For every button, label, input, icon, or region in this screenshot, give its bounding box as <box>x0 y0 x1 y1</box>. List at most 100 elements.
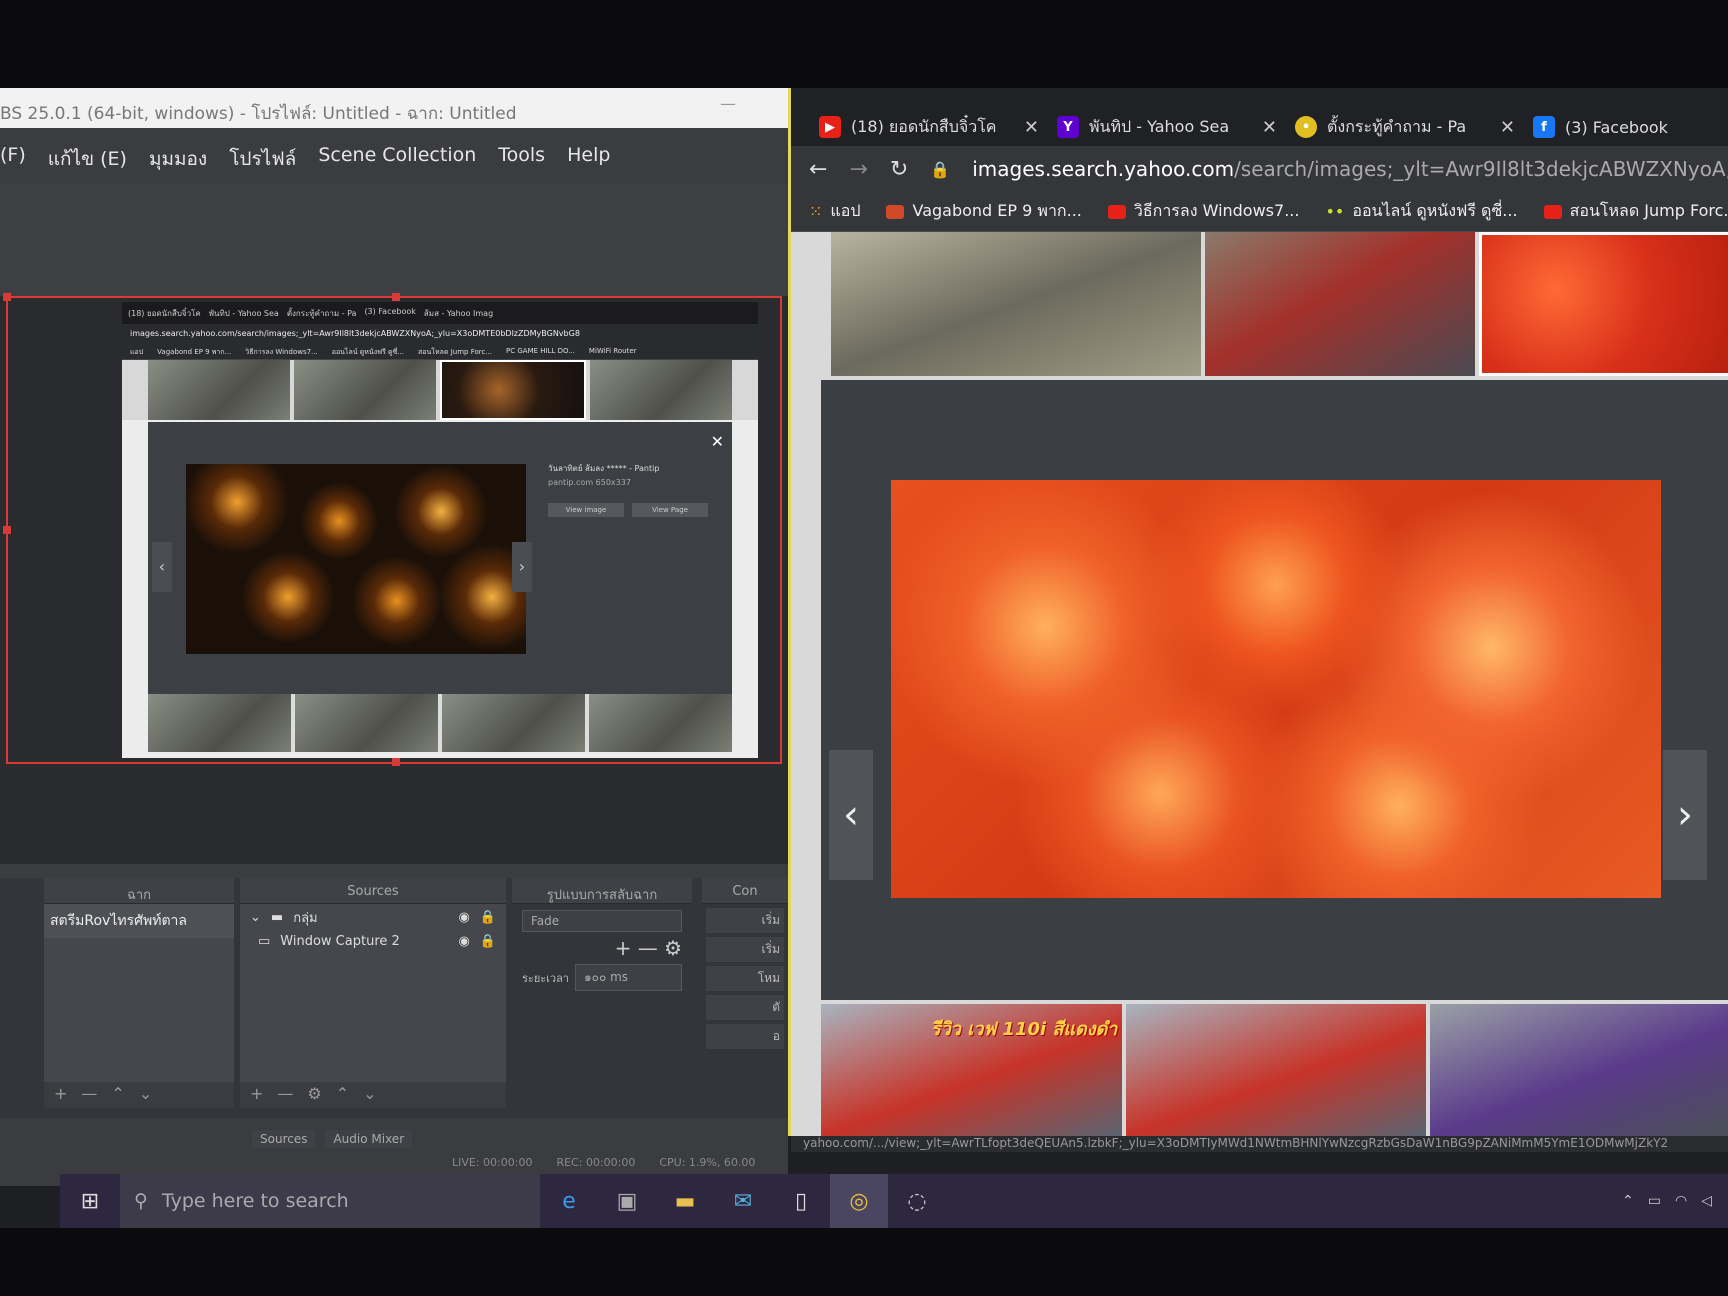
menu-profile[interactable]: โปรไฟล์ <box>229 144 296 184</box>
youtube-icon <box>1543 204 1562 219</box>
mini-thumbnail-row <box>122 360 758 420</box>
mini-image-viewer: ‹ › ✕ วันลาทิตย์ ส้มลง ***** - Pantip pa… <box>148 422 732 694</box>
mini-close-icon: ✕ <box>710 432 724 451</box>
move-down-icon[interactable]: ⌄ <box>363 1084 376 1106</box>
tab-sources[interactable]: Sources <box>252 1130 316 1148</box>
resize-handle[interactable] <box>3 526 11 534</box>
chevron-down-icon[interactable]: ⌄ <box>250 910 261 925</box>
back-arrow-icon[interactable]: ← <box>809 157 827 182</box>
mini-bookmark: Vagabond EP 9 พาก... <box>157 348 232 356</box>
dots-icon: •• <box>1325 202 1345 221</box>
store-icon[interactable]: ▣ <box>598 1174 656 1228</box>
bookmark-windows7[interactable]: วิธีการลง Windows7... <box>1107 199 1299 224</box>
file-explorer-icon[interactable]: ▬ <box>656 1174 714 1228</box>
bookmark-movies[interactable]: •• ออนไลน์ ดูหนังฟรี ดูซี่... <box>1325 199 1517 224</box>
obs-icon[interactable]: ◌ <box>888 1174 946 1228</box>
menu-tools[interactable]: Tools <box>498 144 545 184</box>
edge-icon[interactable]: e <box>540 1174 598 1228</box>
menu-scene-collection[interactable]: Scene Collection <box>318 144 476 184</box>
resize-handle[interactable] <box>392 293 400 301</box>
volume-icon[interactable]: ◁ <box>1701 1193 1712 1209</box>
studio-mode-button[interactable]: โหม <box>706 966 784 991</box>
link-status-url: yahoo.com/.../view;_ylt=AwrTLfopt3deQEUA… <box>791 1136 1728 1152</box>
forward-arrow-icon[interactable]: → <box>849 157 867 182</box>
move-up-icon[interactable]: ⌃ <box>336 1084 349 1106</box>
move-down-icon[interactable]: ⌄ <box>139 1084 152 1106</box>
resize-handle[interactable] <box>3 293 11 301</box>
transition-select[interactable]: Fade <box>522 910 682 932</box>
next-arrow-icon[interactable]: › <box>1663 750 1707 880</box>
battery-icon[interactable]: ▭ <box>1648 1193 1661 1209</box>
transitions-header: รูปแบบการสลับฉาก <box>512 878 692 904</box>
result-thumbnail-selected[interactable] <box>1479 232 1728 376</box>
reload-icon[interactable]: ↻ <box>890 157 908 182</box>
tab-title: พันทิป - Yahoo Sea <box>1089 116 1230 136</box>
gear-icon[interactable]: ⚙ <box>664 936 682 960</box>
menu-edit[interactable]: แก้ไข (E) <box>48 144 127 184</box>
result-thumbnail[interactable] <box>1205 232 1475 376</box>
scenes-header: ฉาก <box>44 878 234 904</box>
taskbar-search[interactable]: ⚲ Type here to search <box>120 1174 540 1228</box>
start-streaming-button[interactable]: เริ่ม <box>706 908 784 933</box>
obs-preview[interactable]: (18) ยอดนักสืบจิ๋วโค พันทิป - Yahoo Sea … <box>0 293 788 864</box>
browser-tab[interactable]: ▶ (18) ยอดนักสืบจิ๋วโค ✕ <box>819 108 1039 146</box>
duration-input[interactable]: ๑๐๐ ms <box>575 964 682 991</box>
menu-view[interactable]: มุมมอง <box>149 144 207 184</box>
exit-button[interactable]: อ <box>706 1024 784 1049</box>
wifi-icon[interactable]: ◠ <box>1675 1193 1687 1209</box>
close-tab-icon[interactable]: ✕ <box>1262 117 1277 138</box>
start-recording-button[interactable]: เริ่ม <box>706 937 784 962</box>
url-host: images.search.yahoo.com <box>972 157 1235 181</box>
resize-handle[interactable] <box>392 758 400 766</box>
browser-tab[interactable]: f (3) Facebook ✕ <box>1533 108 1728 146</box>
scene-list-item[interactable]: สตรีมRovไทรศัพท์ตาล <box>44 904 234 938</box>
add-scene-icon[interactable]: + <box>54 1084 67 1106</box>
duration-label: ระยะเวลา <box>522 971 570 985</box>
source-item-group[interactable]: ⌄ ▬ กลุ่ม ◉ 🔒 <box>240 904 506 931</box>
mini-view-page-button: View Page <box>632 503 708 517</box>
eye-icon[interactable]: ◉ <box>458 934 469 949</box>
eye-icon[interactable]: ◉ <box>458 910 469 925</box>
remove-transition-icon[interactable]: — <box>638 936 658 960</box>
mini-bottom-thumbnails <box>148 694 732 752</box>
bookmark-apps[interactable]: ⁙ แอป <box>809 199 860 224</box>
source-item-window-capture[interactable]: ▭ Window Capture 2 ◉ 🔒 <box>240 931 506 952</box>
windows-taskbar: ⊞ ⚲ Type here to search e ▣ ▬ ✉ ▯ ◎ ◌ ⌃ … <box>60 1174 1728 1228</box>
result-thumbnail[interactable]: รีวิว เวฟ 110i สีแดงดำ ไม่แต่ง <box>821 1004 1177 1136</box>
lock-icon[interactable]: 🔒 <box>480 910 496 925</box>
result-thumbnail[interactable] <box>831 232 1201 376</box>
result-thumbnail[interactable] <box>1430 1004 1728 1136</box>
mail-icon[interactable]: ✉ <box>714 1174 772 1228</box>
url-path: /search/images;_ylt=Awr9Il8lt3dekjcABWZX… <box>1234 157 1728 181</box>
menu-file[interactable]: (F) <box>0 144 26 184</box>
gear-icon[interactable]: ⚙ <box>307 1084 321 1106</box>
move-up-icon[interactable]: ⌃ <box>111 1084 124 1106</box>
obs-titlebar: BS 25.0.1 (64-bit, windows) - โปรไฟล์: U… <box>0 88 788 128</box>
tab-audio-mixer[interactable]: Audio Mixer <box>325 1130 413 1148</box>
close-tab-icon[interactable]: ✕ <box>1500 117 1515 138</box>
add-source-icon[interactable]: + <box>250 1084 263 1106</box>
windows-start-icon[interactable]: ⊞ <box>60 1174 120 1228</box>
lock-icon[interactable]: 🔒 <box>480 934 496 949</box>
facebook-icon: f <box>1533 116 1555 138</box>
settings-button[interactable]: ตั <box>706 995 784 1020</box>
add-transition-icon[interactable]: + <box>615 936 632 960</box>
menu-help[interactable]: Help <box>567 144 610 184</box>
close-tab-icon[interactable]: ✕ <box>1024 117 1039 138</box>
prev-arrow-icon[interactable]: ‹ <box>829 750 873 880</box>
result-thumbnail[interactable] <box>1125 1004 1427 1136</box>
notepad-icon[interactable]: ▯ <box>772 1174 830 1228</box>
bookmark-jump-force[interactable]: สอนโหลด Jump Forc... <box>1543 199 1728 224</box>
chevron-up-icon[interactable]: ⌃ <box>1622 1193 1634 1209</box>
browser-tab[interactable]: • ตั้งกระทู้คำถาม - Pa ✕ <box>1295 108 1515 146</box>
preview-image[interactable] <box>891 480 1661 898</box>
browser-tab[interactable]: Y พันทิป - Yahoo Sea ✕ <box>1057 108 1277 146</box>
minimize-button[interactable]: — <box>720 94 736 113</box>
address-bar[interactable]: images.search.yahoo.com/search/images;_y… <box>972 157 1728 181</box>
transitions-dock: รูปแบบการสลับฉาก Fade + — ⚙ ระยะเวลา ๑๐๐… <box>512 878 692 1108</box>
remove-scene-icon[interactable]: — <box>81 1084 97 1106</box>
mini-thumbnail <box>294 360 436 420</box>
bookmark-vagabond[interactable]: Vagabond EP 9 พาก... <box>886 199 1082 224</box>
remove-source-icon[interactable]: — <box>277 1084 293 1106</box>
chrome-icon[interactable]: ◎ <box>830 1174 888 1228</box>
